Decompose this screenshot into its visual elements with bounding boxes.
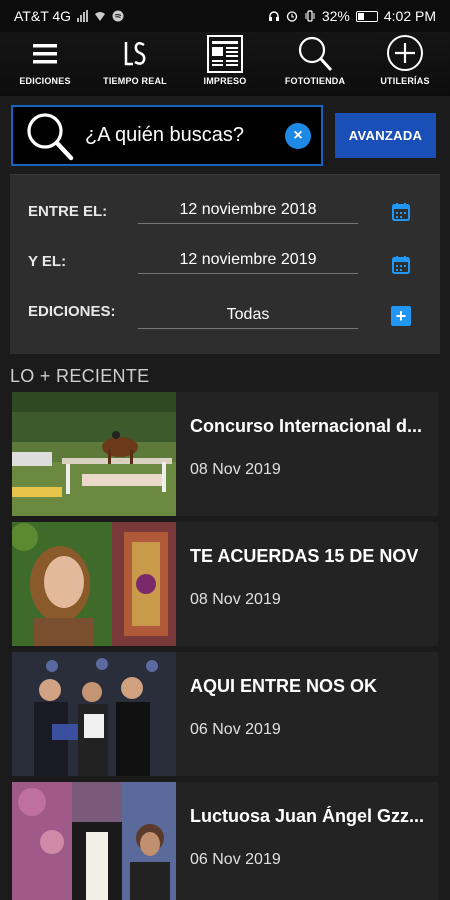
news-list: Concurso Internacional d... 08 Nov 2019 … — [12, 392, 438, 900]
battery-icon — [355, 10, 378, 22]
top-navigation: EDICIONES TIEMPO REAL IMPRESO FOTOTIENDA… — [0, 32, 450, 96]
wifi-icon — [95, 12, 106, 21]
spotify-icon — [112, 10, 124, 22]
calendar-icon[interactable] — [391, 255, 411, 275]
nav-label: IMPRESO — [203, 76, 247, 86]
signal-icon — [77, 10, 89, 22]
nav-label: UTILERÍAS — [380, 76, 430, 86]
nav-utilerias[interactable]: UTILERÍAS — [360, 32, 450, 96]
clear-search-button[interactable]: × — [285, 122, 311, 149]
date-from-row: ENTRE EL: 12 noviembre 2018 — [10, 193, 440, 233]
news-title: Luctuosa Juan Ángel Gzz... — [190, 806, 425, 826]
ls-logo-icon — [124, 42, 146, 66]
news-thumbnail — [12, 782, 176, 900]
date-to-row: Y EL: 12 noviembre 2019 — [10, 243, 440, 283]
calendar-icon[interactable] — [391, 202, 411, 222]
editions-row: EDICIONES: Todas + — [10, 293, 440, 333]
news-item[interactable]: Luctuosa Juan Ángel Gzz... 06 Nov 2019 — [12, 782, 438, 900]
date-from-label: ENTRE EL: — [28, 203, 108, 220]
vibrate-icon — [305, 10, 315, 22]
date-to-label: Y EL: — [28, 253, 67, 270]
news-date: 08 Nov 2019 — [190, 591, 281, 608]
news-item[interactable]: Concurso Internacional d... 08 Nov 2019 — [12, 392, 438, 516]
news-item[interactable]: TE ACUERDAS 15 DE NOV 08 Nov 2019 — [12, 522, 438, 646]
news-title: AQUI ENTRE NOS OK — [190, 676, 378, 696]
news-date: 08 Nov 2019 — [190, 461, 281, 478]
battery-percent: 32% — [321, 8, 350, 24]
date-from-field[interactable]: 12 noviembre 2018 — [138, 201, 358, 224]
news-item[interactable]: AQUI ENTRE NOS OK 06 Nov 2019 — [12, 652, 438, 776]
editions-select[interactable]: Todas — [138, 306, 358, 329]
news-thumbnail — [12, 392, 176, 516]
news-thumbnail — [12, 522, 176, 646]
news-title: TE ACUERDAS 15 DE NOV — [190, 546, 419, 566]
news-date: 06 Nov 2019 — [190, 851, 281, 868]
nav-label: FOTOTIENDA — [284, 76, 346, 86]
advanced-search-button[interactable]: AVANZADA — [335, 113, 436, 158]
menu-icon — [33, 44, 57, 64]
headphones-icon — [268, 11, 279, 21]
search-placeholder: ¿A quién buscas? — [85, 124, 244, 146]
carrier-label: AT&T 4G — [14, 8, 72, 24]
search-input[interactable]: ¿A quién buscas? × — [11, 105, 323, 166]
nav-label: TIEMPO REAL — [103, 76, 167, 86]
nav-ediciones[interactable]: EDICIONES — [0, 32, 90, 96]
plus-circle-icon — [387, 35, 423, 71]
date-to-field[interactable]: 12 noviembre 2019 — [138, 251, 358, 274]
section-title: LO + RECIENTE — [10, 366, 150, 386]
nav-label: EDICIONES — [19, 76, 71, 86]
search-icon — [27, 112, 74, 160]
news-title: Concurso Internacional d... — [190, 416, 423, 436]
clock: 4:02 PM — [383, 8, 436, 24]
filter-panel: ENTRE EL: 12 noviembre 2018 Y EL: 12 nov… — [10, 174, 440, 354]
nav-fototienda[interactable]: FOTOTIENDA — [270, 32, 360, 96]
nav-impreso[interactable]: IMPRESO — [180, 32, 270, 96]
status-bar: AT&T 4G 32% 4:02 PM — [0, 0, 450, 32]
alarm-icon — [286, 11, 297, 22]
editions-label: EDICIONES: — [28, 303, 116, 320]
search-icon — [298, 36, 333, 72]
add-edition-button[interactable]: + — [391, 306, 411, 326]
news-date: 06 Nov 2019 — [190, 721, 281, 738]
news-thumbnail — [12, 652, 176, 776]
nav-tiempo-real[interactable]: TIEMPO REAL — [90, 32, 180, 96]
newspaper-icon — [207, 35, 243, 73]
